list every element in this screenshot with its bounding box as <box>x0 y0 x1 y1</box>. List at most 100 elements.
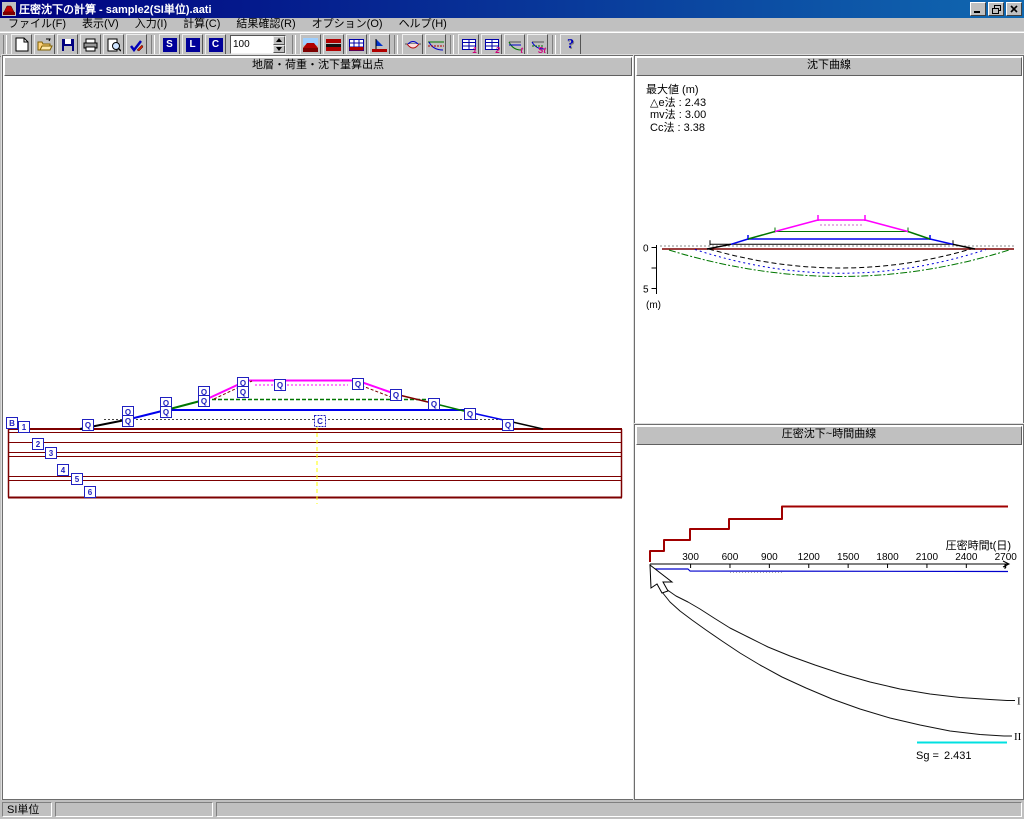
toolbar-handle <box>3 35 7 55</box>
menu-help[interactable]: ヘルプ(H) <box>391 18 455 31</box>
time-curve-button[interactable] <box>425 34 446 55</box>
svg-text:4: 4 <box>61 466 66 475</box>
status-cell-2 <box>55 802 213 817</box>
svg-text:II: II <box>1014 731 1022 743</box>
toolbar: S L C <box>0 32 1024 57</box>
result-graph-t-button[interactable]: t <box>504 34 525 55</box>
restore-button[interactable] <box>988 2 1004 16</box>
strata-input-button[interactable] <box>323 34 344 55</box>
settlement-curve-svg: 05(m) <box>636 76 1022 422</box>
menu-calc[interactable]: 計算(C) <box>175 18 228 31</box>
minimize-button[interactable] <box>970 2 986 16</box>
svg-text:Q: Q <box>277 381 283 390</box>
svg-text:3: 3 <box>49 449 54 458</box>
svg-text:1500: 1500 <box>837 552 860 563</box>
svg-text:1800: 1800 <box>876 552 899 563</box>
calc-check-icon <box>129 38 144 52</box>
svg-text:900: 900 <box>761 552 778 563</box>
help-button[interactable]: ? <box>560 34 581 55</box>
strata-load-svg: QQQQQQQQQQQQQQQB123456C <box>4 76 632 798</box>
svg-text:1: 1 <box>22 423 27 432</box>
svg-text:Q: Q <box>240 388 246 397</box>
panel-strata-load-header[interactable]: 地層・荷重・沈下量算出点 <box>4 57 632 76</box>
svg-text:Q: Q <box>125 417 131 426</box>
status-unit: SI単位 <box>2 802 52 817</box>
print-preview-icon <box>107 38 121 52</box>
zoom-up-button[interactable] <box>273 36 285 45</box>
result-table2-button[interactable]: 2 <box>481 34 502 55</box>
save-button[interactable] <box>57 34 78 55</box>
svg-text:2700: 2700 <box>995 552 1018 563</box>
result-graph-st-button[interactable]: St <box>527 34 548 55</box>
menu-options[interactable]: オプション(O) <box>304 18 391 31</box>
save-icon <box>61 38 75 52</box>
svg-text:C: C <box>317 417 323 426</box>
unit-c-button[interactable]: C <box>205 34 226 55</box>
strata-load-drawing: QQQQQQQQQQQQQQQB123456C <box>4 76 632 798</box>
close-button[interactable] <box>1006 2 1022 16</box>
new-file-button[interactable] <box>11 34 32 55</box>
unit-l-button[interactable]: L <box>182 34 203 55</box>
help-icon: ? <box>567 37 574 53</box>
table2-subscript: 2 <box>496 46 500 55</box>
menu-input[interactable]: 入力(I) <box>127 18 175 31</box>
minimize-icon <box>974 6 982 13</box>
zoom-down-button[interactable] <box>273 45 285 54</box>
grid-table-icon <box>349 38 364 52</box>
graph-st-subscript: St <box>538 46 546 55</box>
unit-l-label: L <box>186 38 200 52</box>
menu-results[interactable]: 結果確認(R) <box>228 18 303 31</box>
menu-bar: ファイル(F) 表示(V) 入力(I) 計算(C) 結果確認(R) オプション(… <box>0 18 1024 32</box>
unit-c-label: C <box>209 38 223 52</box>
settlement-curve-button[interactable] <box>402 34 423 55</box>
settlement-curve-drawing: 最大値 (m) △e法 : 2.43 mv法 : 3.00 Cc法 : 3.38… <box>636 76 1022 422</box>
svg-text:2400: 2400 <box>955 552 978 563</box>
status-bar: SI単位 <box>0 800 1024 819</box>
svg-text:2.431: 2.431 <box>944 750 972 762</box>
svg-text:Q: Q <box>201 397 207 406</box>
panel-settlement-curve-header[interactable]: 沈下曲線 <box>636 57 1022 76</box>
window-title: 圧密沈下の計算 - sample2(SI単位).aati <box>19 1 212 17</box>
print-preview-button[interactable] <box>103 34 124 55</box>
svg-text:6: 6 <box>88 488 93 497</box>
open-file-icon <box>37 38 53 52</box>
status-cell-3 <box>216 802 1022 817</box>
svg-text:1200: 1200 <box>798 552 821 563</box>
svg-text:300: 300 <box>682 552 699 563</box>
toolbar-separator <box>292 35 296 55</box>
zoom-input[interactable] <box>231 36 273 53</box>
calc-point-button[interactable] <box>369 34 390 55</box>
application-window: 圧密沈下の計算 - sample2(SI単位).aati ファイル(F) 表示(… <box>0 0 1024 819</box>
svg-text:5: 5 <box>643 285 649 296</box>
svg-text:Q: Q <box>467 410 473 419</box>
soil-layers-icon <box>326 38 341 52</box>
svg-text:圧密時間t(日): 圧密時間t(日) <box>946 538 1011 552</box>
toolbar-separator <box>394 35 398 55</box>
close-icon <box>1010 5 1018 13</box>
condition-input-button[interactable] <box>346 34 367 55</box>
panel-settlement-curve: 沈下曲線 最大値 (m) △e法 : 2.43 mv法 : 3.00 Cc法 :… <box>634 55 1024 424</box>
title-bar[interactable]: 圧密沈下の計算 - sample2(SI単位).aati <box>0 0 1024 18</box>
result-table1-button[interactable]: 1 <box>458 34 479 55</box>
menu-file[interactable]: ファイル(F) <box>0 18 74 31</box>
print-icon <box>83 38 98 52</box>
load-input-button[interactable] <box>300 34 321 55</box>
panel-time-curve-header[interactable]: 圧密沈下~時間曲線 <box>636 426 1022 445</box>
svg-text:Q: Q <box>355 380 361 389</box>
down-arrow-icon <box>276 47 282 51</box>
up-arrow-icon <box>276 38 282 42</box>
svg-text:Q: Q <box>431 400 437 409</box>
svg-text:(m): (m) <box>646 300 661 311</box>
embankment-icon <box>303 38 318 52</box>
unit-s-button[interactable]: S <box>159 34 180 55</box>
panel-time-curve: 圧密沈下~時間曲線 300600900120015001800210024002… <box>634 424 1024 800</box>
svg-text:Q: Q <box>505 421 511 430</box>
print-button[interactable] <box>80 34 101 55</box>
menu-view[interactable]: 表示(V) <box>74 18 127 31</box>
time-curve-drawing: 300600900120015001800210024002700圧密時間t(日… <box>636 445 1022 798</box>
svg-text:Q: Q <box>163 408 169 417</box>
calc-check-button[interactable] <box>126 34 147 55</box>
open-file-button[interactable] <box>34 34 55 55</box>
settlement-curve-icon <box>405 38 421 52</box>
svg-text:Q: Q <box>393 391 399 400</box>
